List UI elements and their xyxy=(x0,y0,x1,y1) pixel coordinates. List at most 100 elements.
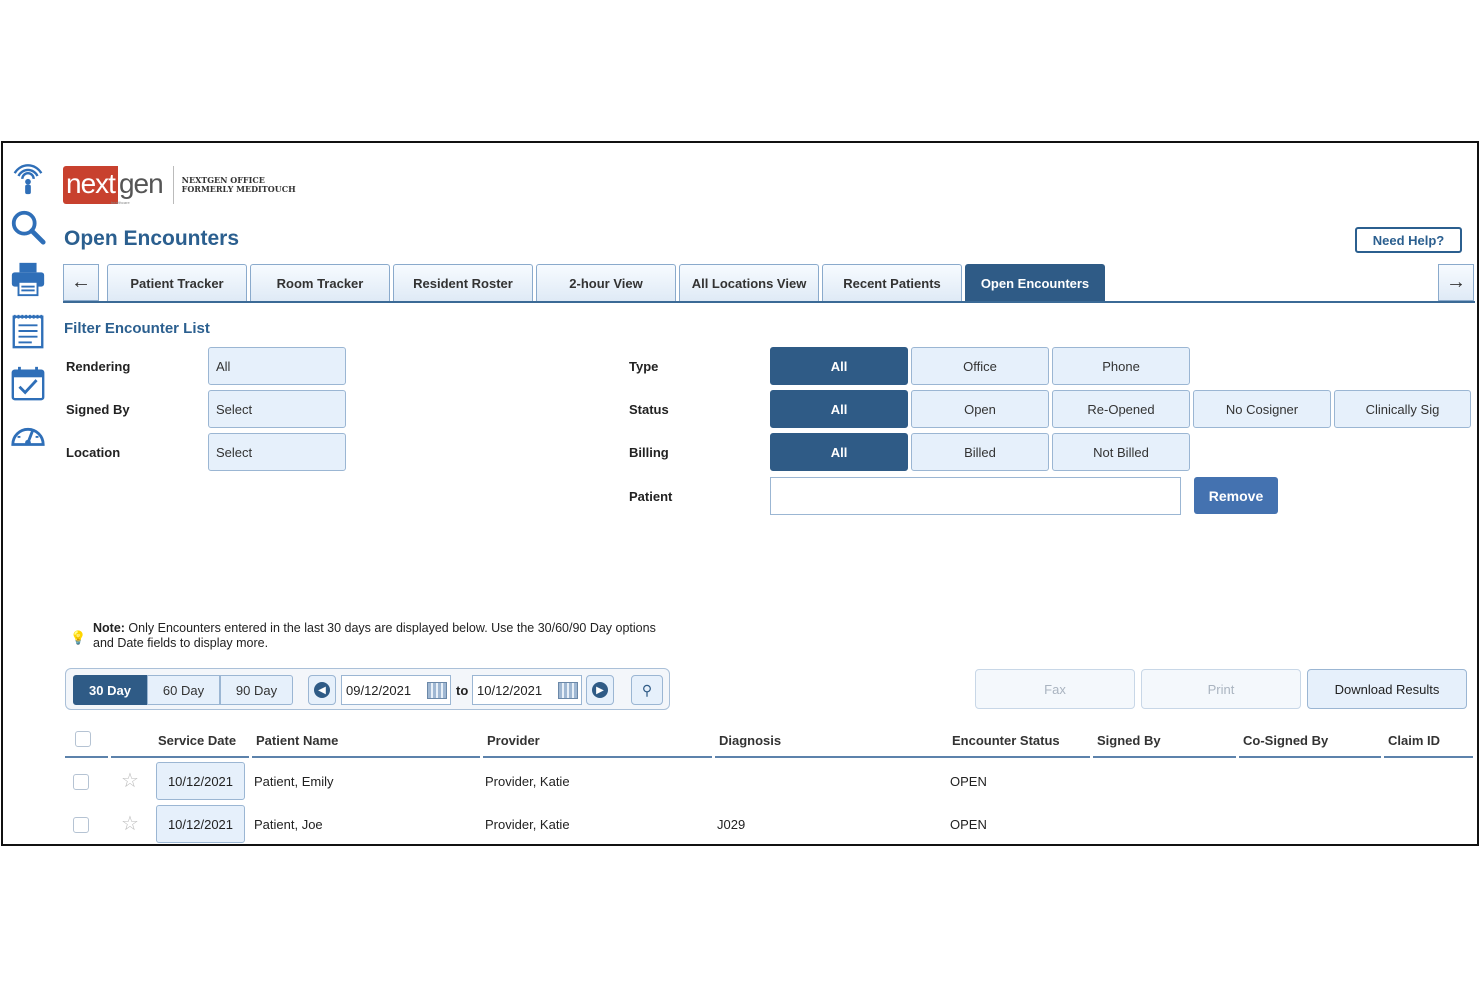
previous-range-button[interactable]: ◀ xyxy=(308,675,336,705)
range-60-day-button[interactable]: 60 Day xyxy=(147,675,220,705)
broadcast-icon[interactable] xyxy=(8,157,48,197)
table-row[interactable]: ☆ 10/12/2021 Patient, Emily Provider, Ka… xyxy=(65,760,1473,803)
star-icon[interactable]: ☆ xyxy=(121,811,139,836)
print-button[interactable]: Print xyxy=(1141,669,1301,709)
need-help-button[interactable]: Need Help? xyxy=(1355,227,1462,253)
patient-name: Patient, Joe xyxy=(254,817,323,832)
logo-brand-next: next xyxy=(63,166,118,204)
col-patient-name[interactable]: Patient Name xyxy=(256,733,338,748)
dashboard-gauge-icon[interactable] xyxy=(8,415,48,455)
tab-recent-patients[interactable]: Recent Patients xyxy=(822,264,962,301)
to-date-value: 10/12/2021 xyxy=(477,682,543,698)
type-phone-button[interactable]: Phone xyxy=(1052,347,1190,385)
search-range-button[interactable]: ⚲ xyxy=(631,675,663,705)
tab-bar: ← Patient Tracker Room Tracker Resident … xyxy=(63,264,1475,303)
chevron-left-icon: ◀ xyxy=(314,682,330,698)
col-divider xyxy=(1381,756,1384,758)
to-date-input[interactable]: 10/12/2021 xyxy=(472,675,582,705)
col-divider xyxy=(249,756,252,758)
next-range-button[interactable]: ▶ xyxy=(586,675,614,705)
magnifier-icon: ⚲ xyxy=(641,681,653,698)
provider: Provider, Katie xyxy=(485,774,570,789)
service-date-button[interactable]: 10/12/2021 xyxy=(156,762,245,800)
notepad-icon[interactable] xyxy=(8,311,48,351)
col-diagnosis[interactable]: Diagnosis xyxy=(719,733,781,748)
provider: Provider, Katie xyxy=(485,817,570,832)
billing-not-billed-button[interactable]: Not Billed xyxy=(1052,433,1190,471)
type-office-button[interactable]: Office xyxy=(911,347,1049,385)
col-co-signed-by[interactable]: Co-Signed By xyxy=(1243,733,1328,748)
status-reopened-button[interactable]: Re-Opened xyxy=(1052,390,1190,428)
calendar-check-icon[interactable] xyxy=(8,363,48,403)
remove-button[interactable]: Remove xyxy=(1194,477,1278,514)
status-clinically-sig-button[interactable]: Clinically Sig xyxy=(1334,390,1471,428)
tab-scroll-right-arrow-icon[interactable]: → xyxy=(1438,264,1474,301)
col-signed-by[interactable]: Signed By xyxy=(1097,733,1161,748)
fax-button[interactable]: Fax xyxy=(975,669,1135,709)
status-no-cosigner-button[interactable]: No Cosigner xyxy=(1193,390,1331,428)
from-date-value: 09/12/2021 xyxy=(346,682,412,698)
nextgen-logo: next gen healthcare NEXTGEN OFFICE FORMER… xyxy=(63,163,296,207)
patient-label: Patient xyxy=(629,489,673,504)
star-icon[interactable]: ☆ xyxy=(121,768,139,793)
search-icon[interactable] xyxy=(8,207,48,247)
tab-open-encounters[interactable]: Open Encounters xyxy=(965,264,1105,301)
calendar-icon[interactable] xyxy=(558,682,578,699)
col-provider[interactable]: Provider xyxy=(487,733,540,748)
status-open-button[interactable]: Open xyxy=(911,390,1049,428)
calendar-icon[interactable] xyxy=(427,682,447,699)
signed-by-select[interactable]: Select xyxy=(208,390,346,428)
diagnosis: J029 xyxy=(717,817,746,832)
range-30-day-button[interactable]: 30 Day xyxy=(73,675,147,705)
col-divider xyxy=(480,756,483,758)
tab-patient-tracker[interactable]: Patient Tracker xyxy=(107,264,247,301)
col-encounter-status[interactable]: Encounter Status xyxy=(952,733,1060,748)
app-window: next gen healthcare NEXTGEN OFFICE FORMER… xyxy=(1,141,1479,846)
billing-billed-button[interactable]: Billed xyxy=(911,433,1049,471)
from-date-input[interactable]: 09/12/2021 xyxy=(341,675,451,705)
tab-resident-roster[interactable]: Resident Roster xyxy=(393,264,533,301)
location-select[interactable]: Select xyxy=(208,433,346,471)
download-results-button[interactable]: Download Results xyxy=(1307,669,1467,709)
tab-scroll-left-arrow-icon[interactable]: ← xyxy=(63,264,99,301)
encounter-status: OPEN xyxy=(950,774,987,789)
row-checkbox[interactable] xyxy=(73,817,89,833)
chevron-right-icon: ▶ xyxy=(592,682,608,698)
printer-icon[interactable] xyxy=(8,259,48,299)
col-divider xyxy=(108,756,111,758)
logo-mark: next gen xyxy=(63,166,164,204)
col-divider xyxy=(712,756,715,758)
signed-by-label: Signed By xyxy=(66,402,130,417)
table-row[interactable]: ☆ 10/12/2021 Patient, Joe Provider, Kati… xyxy=(65,803,1473,844)
note-text: Note: Only Encounters entered in the las… xyxy=(93,621,673,651)
col-claim-id[interactable]: Claim ID xyxy=(1388,733,1440,748)
tab-2-hour-view[interactable]: 2-hour View xyxy=(536,264,676,301)
logo-sub: healthcare xyxy=(111,200,130,205)
status-label: Status xyxy=(629,402,669,417)
logo-brand-gen: gen xyxy=(118,168,164,199)
select-all-checkbox[interactable] xyxy=(75,731,91,747)
note-bold: Note: xyxy=(93,621,125,635)
col-divider xyxy=(1090,756,1093,758)
to-label: to xyxy=(456,683,469,698)
rendering-select[interactable]: All xyxy=(208,347,346,385)
billing-all-button[interactable]: All xyxy=(770,433,908,471)
patient-input[interactable] xyxy=(770,477,1181,515)
row-checkbox[interactable] xyxy=(73,774,89,790)
type-all-button[interactable]: All xyxy=(770,347,908,385)
logo-tagline: NEXTGEN OFFICE FORMERLY MEDITOUCH xyxy=(182,176,296,194)
tab-all-locations-view[interactable]: All Locations View xyxy=(679,264,819,301)
service-date-button[interactable]: 10/12/2021 xyxy=(156,805,245,843)
range-90-day-button[interactable]: 90 Day xyxy=(220,675,293,705)
status-all-button[interactable]: All xyxy=(770,390,908,428)
patient-name: Patient, Emily xyxy=(254,774,334,789)
col-divider xyxy=(1236,756,1239,758)
tab-room-tracker[interactable]: Room Tracker xyxy=(250,264,390,301)
table-header: Service Date Patient Name Provider Diagn… xyxy=(65,721,1473,758)
billing-label: Billing xyxy=(629,445,669,460)
type-label: Type xyxy=(629,359,659,374)
logo-divider xyxy=(172,166,174,204)
note-body: Only Encounters entered in the last 30 d… xyxy=(93,621,656,650)
col-service-date[interactable]: Service Date xyxy=(158,733,236,748)
left-sidebar xyxy=(3,143,53,844)
